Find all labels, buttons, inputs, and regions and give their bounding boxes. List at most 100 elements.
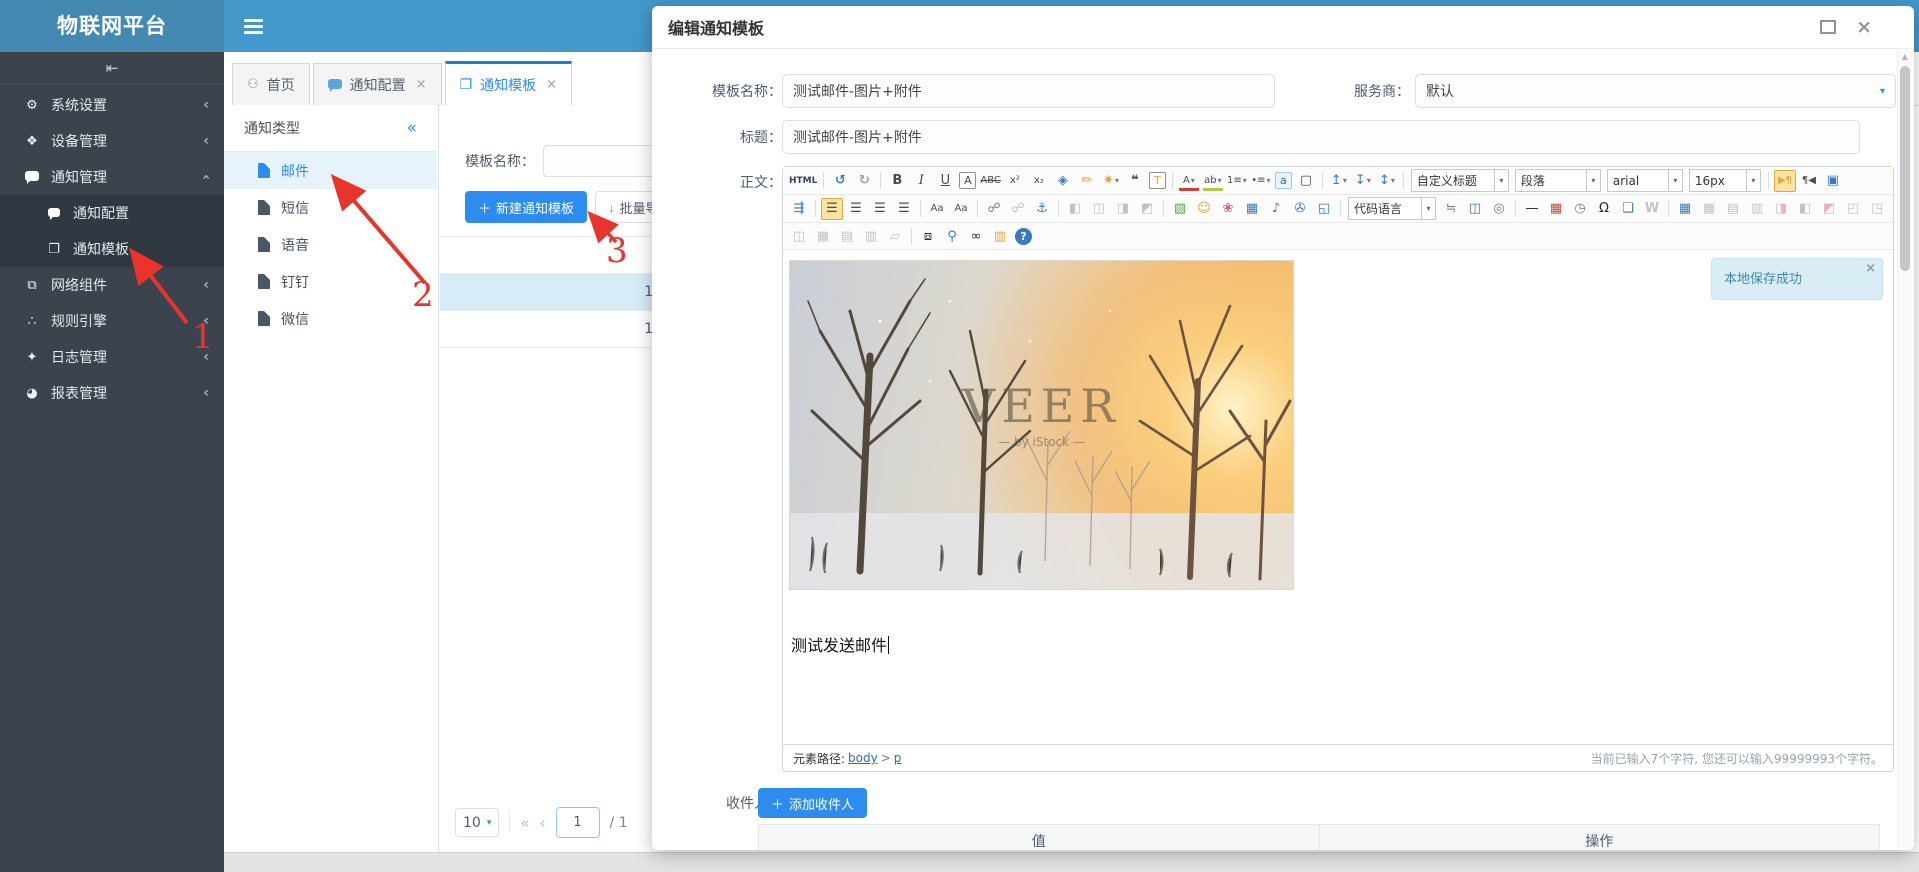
ordered-list-icon[interactable]: 1≡▾ bbox=[1226, 170, 1248, 192]
para-spacing-top-icon[interactable]: ↥▾ bbox=[1328, 170, 1350, 192]
float-center-icon[interactable]: ◩ bbox=[1136, 198, 1158, 220]
insert-code-icon[interactable]: ≒ bbox=[1440, 198, 1462, 220]
provider-select[interactable]: 默认 ▾ bbox=[1415, 74, 1896, 108]
sidebar-item-network-components[interactable]: ⧉ 网络组件 ‹ bbox=[0, 267, 224, 303]
insert-music-icon[interactable]: ♪ bbox=[1265, 198, 1287, 220]
template-name-input[interactable] bbox=[782, 74, 1275, 108]
undo-icon[interactable]: ↺ bbox=[829, 170, 851, 192]
word-import-icon[interactable]: W bbox=[1641, 198, 1663, 220]
sidebar-item-rule-engine[interactable]: ∴ 规则引擎 ‹ bbox=[0, 303, 224, 339]
inserted-winter-image[interactable]: VEER — by iStock — bbox=[789, 260, 1294, 590]
to-uppercase-icon[interactable]: Aa bbox=[926, 198, 948, 220]
table-avg-cols-icon[interactable]: ▦ bbox=[812, 225, 834, 247]
align-justify-icon[interactable]: ☰ bbox=[893, 198, 915, 220]
indent-icon[interactable]: ⇶ bbox=[788, 198, 810, 220]
unlink-icon[interactable]: ☍ bbox=[1007, 198, 1029, 220]
insert-col-icon[interactable]: ◧ bbox=[1794, 198, 1816, 220]
close-icon[interactable]: × bbox=[416, 77, 427, 92]
superscript-icon[interactable]: x² bbox=[1004, 170, 1026, 192]
sidebar-item-log-management[interactable]: ✦ 日志管理 ‹ bbox=[0, 339, 224, 375]
tab-home[interactable]: ⚇ 首页 bbox=[232, 63, 310, 105]
sidebar-item-notice-config[interactable]: 通知配置 bbox=[0, 195, 224, 231]
insert-map-icon[interactable]: ❏ bbox=[1617, 198, 1639, 220]
snapshot-icon[interactable]: ◎ bbox=[1488, 198, 1510, 220]
full-preview-icon[interactable]: ▣ bbox=[1822, 170, 1844, 192]
blockquote-icon[interactable]: ❝ bbox=[1124, 170, 1146, 192]
editor-text-paragraph[interactable]: 测试发送邮件 bbox=[791, 632, 1887, 656]
to-lowercase-icon[interactable]: Aa bbox=[950, 198, 972, 220]
insert-image-icon[interactable]: ▧ bbox=[1169, 198, 1191, 220]
notice-type-voice[interactable]: 语音 bbox=[224, 226, 437, 263]
align-center-icon[interactable]: ☰ bbox=[845, 198, 867, 220]
custom-title-select[interactable]: 自定义标题▾ bbox=[1411, 169, 1509, 192]
paragraph-format-select[interactable]: 段落▾ bbox=[1515, 169, 1601, 192]
font-family-select[interactable]: arial▾ bbox=[1607, 169, 1683, 192]
redo-icon[interactable]: ↻ bbox=[853, 170, 875, 192]
notice-type-sms[interactable]: 短信 bbox=[224, 189, 437, 226]
dir-ltr-icon[interactable]: ▶¶ bbox=[1774, 170, 1796, 192]
horizontal-rule-icon[interactable]: — bbox=[1521, 198, 1543, 220]
subject-input[interactable] bbox=[782, 120, 1860, 154]
font-size-select[interactable]: 16px▾ bbox=[1689, 169, 1761, 192]
source-code-icon[interactable]: HTML bbox=[788, 170, 818, 192]
clipboard-icon[interactable]: ▥ bbox=[989, 225, 1011, 247]
delete-row-icon[interactable]: ◨ bbox=[1770, 198, 1792, 220]
sidebar-item-system-settings[interactable]: ⚙ 系统设置 ‹ bbox=[0, 87, 224, 123]
underline-icon[interactable]: U bbox=[934, 170, 956, 192]
prev-page-button[interactable]: ‹ bbox=[540, 814, 546, 832]
insert-row-icon[interactable]: ▥ bbox=[1746, 198, 1768, 220]
sidebar-item-notice-template[interactable]: ❐ 通知模板 bbox=[0, 231, 224, 267]
align-left-icon[interactable]: ☰ bbox=[821, 198, 843, 220]
float-right-icon[interactable]: ◨ bbox=[1112, 198, 1134, 220]
subscript-icon[interactable]: x₂ bbox=[1028, 170, 1050, 192]
code-language-select[interactable]: 代码语言▾ bbox=[1348, 197, 1436, 220]
float-default-icon[interactable]: ◫ bbox=[1088, 198, 1110, 220]
blank-doc-icon[interactable]: ▢ bbox=[1295, 170, 1317, 192]
first-page-button[interactable]: « bbox=[520, 814, 529, 832]
maximize-icon[interactable] bbox=[1820, 20, 1836, 34]
close-icon[interactable]: × bbox=[546, 77, 557, 92]
close-icon[interactable]: × bbox=[1856, 20, 1872, 34]
current-page-input[interactable] bbox=[556, 807, 600, 838]
delete-col-icon[interactable]: ◩ bbox=[1818, 198, 1840, 220]
italic-icon[interactable]: I bbox=[910, 170, 932, 192]
anchor-text-icon[interactable]: a bbox=[1275, 172, 1292, 189]
font-color-icon[interactable]: A▾ bbox=[1178, 170, 1200, 192]
tab-notice-template[interactable]: ❐ 通知模板 × bbox=[445, 61, 572, 106]
page-size-select[interactable]: 10 ▾ bbox=[455, 808, 499, 837]
dir-rtl-icon[interactable]: ¶◀ bbox=[1798, 170, 1820, 192]
menu-toggle-icon[interactable] bbox=[244, 19, 263, 37]
insert-video-icon[interactable]: ▦ bbox=[1241, 198, 1263, 220]
delete-table-icon[interactable]: ▦ bbox=[1698, 198, 1720, 220]
new-template-button[interactable]: ＋ 新建通知模板 bbox=[465, 191, 587, 223]
print-icon[interactable]: ⧈ bbox=[917, 225, 939, 247]
insert-time-icon[interactable]: ◷ bbox=[1569, 198, 1591, 220]
add-recipient-button[interactable]: ＋ 添加收件人 bbox=[758, 788, 867, 818]
merge-cells-icon[interactable]: ◰ bbox=[1842, 198, 1864, 220]
paste-as-text-icon[interactable]: T bbox=[1149, 172, 1166, 189]
close-icon[interactable]: × bbox=[1865, 261, 1876, 276]
line-height-icon[interactable]: ↕▾ bbox=[1376, 170, 1398, 192]
table-select-icon[interactable]: ▤ bbox=[836, 225, 858, 247]
tab-notice-config[interactable]: 通知配置 × bbox=[313, 63, 442, 105]
insert-columns-icon[interactable]: ◫ bbox=[1464, 198, 1486, 220]
insert-table-icon[interactable]: ▦ bbox=[1674, 198, 1696, 220]
eraser-icon[interactable]: ◈ bbox=[1052, 170, 1074, 192]
insert-template-icon[interactable]: ◱ bbox=[1313, 198, 1335, 220]
sidebar-collapse-button[interactable]: ⇤ bbox=[0, 52, 224, 85]
notice-type-wechat[interactable]: 微信 bbox=[224, 300, 437, 337]
scrollbar-thumb[interactable] bbox=[1900, 66, 1910, 271]
bold-icon[interactable]: B bbox=[886, 170, 908, 192]
align-right-icon[interactable]: ☰ bbox=[869, 198, 891, 220]
collapse-panel-icon[interactable]: « bbox=[407, 118, 417, 138]
notice-type-email[interactable]: 邮件 bbox=[224, 152, 437, 189]
insert-date-icon[interactable]: ▦ bbox=[1545, 198, 1567, 220]
split-cells-icon[interactable]: ◳ bbox=[1866, 198, 1888, 220]
editor-content[interactable]: VEER — by iStock — 本地保存成功 × 测试发送邮件 bbox=[783, 250, 1893, 748]
highlight-color-icon[interactable]: ab▾ bbox=[1202, 170, 1224, 192]
search-replace-icon[interactable]: ∞ bbox=[965, 225, 987, 247]
format-brush-icon[interactable]: ✏ bbox=[1076, 170, 1098, 192]
float-left-icon[interactable]: ◧ bbox=[1064, 198, 1086, 220]
sidebar-item-report-management[interactable]: ◕ 报表管理 ‹ bbox=[0, 375, 224, 411]
modal-scrollbar[interactable]: ▲ bbox=[1897, 50, 1912, 848]
